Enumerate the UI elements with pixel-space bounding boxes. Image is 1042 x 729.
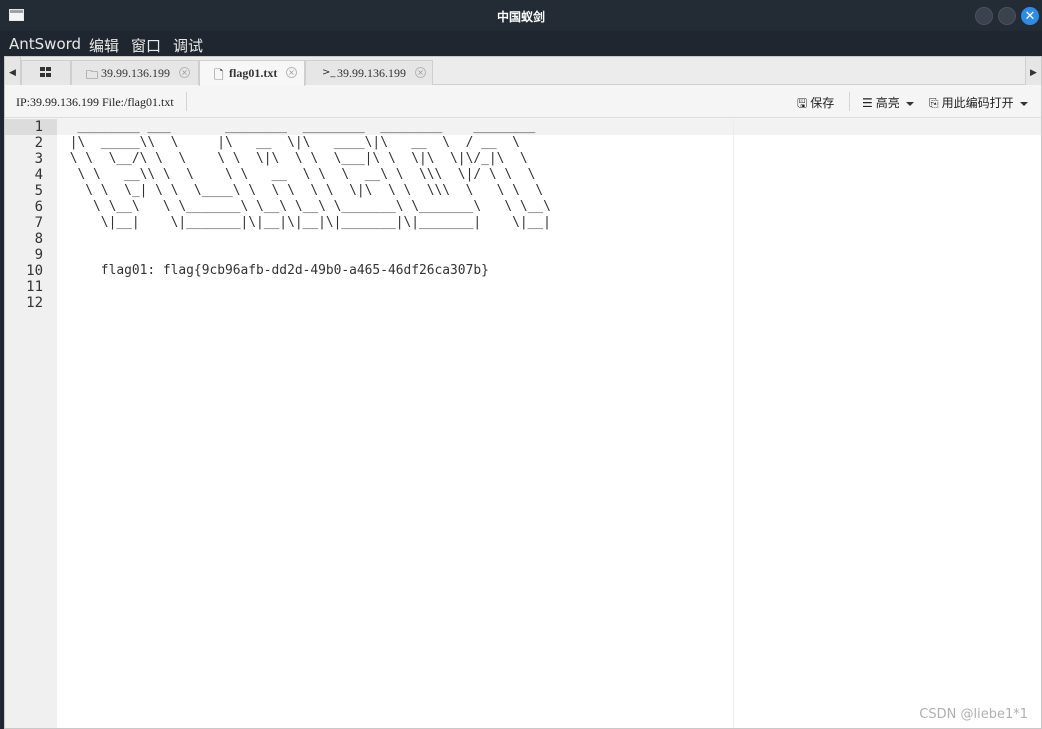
line-number: 4 (34, 167, 43, 183)
tab-label: 39.99.136.199 (337, 66, 406, 80)
close-icon: ✕ (1024, 8, 1036, 23)
highlight-label: 高亮 (875, 96, 900, 110)
file-info: IP:39.99.136.199 File:/flag01.txt (16, 95, 174, 109)
tab-close-icon[interactable]: × (179, 67, 190, 78)
print-margin (733, 119, 734, 728)
line-number: 1 (34, 119, 43, 135)
code-line: \|__| \|_______|\|__|\|__|\|_______|\|__… (62, 215, 551, 230)
editor-toolbar: IP:39.99.136.199 File:/flag01.txt 🖫 保存 ☰ 高… (5, 86, 1041, 118)
arrow-left-icon: ◀ (9, 67, 16, 77)
grid-icon (40, 67, 52, 78)
terminal-icon: >_ (322, 67, 336, 78)
tab-label: 39.99.136.199 (101, 66, 170, 80)
code-line: \ \__\ \ \_______\ \__\ \__\ \_______\ \… (62, 199, 551, 214)
tab-label: flag01.txt (229, 66, 278, 80)
line-number: 7 (34, 215, 43, 231)
code-editor[interactable]: 1 ________ ___ ________ ________ _______… (5, 119, 1041, 728)
toolbar-divider (849, 92, 850, 111)
save-label: 保存 (810, 96, 835, 110)
tab-strip: ◀ 🗀 39.99.136.199 × 🗋 flag01.txt × >_ 39… (5, 57, 1041, 86)
code-line: \ \ \_| \ \ \____\ \ \ \ \ \ \|\ \ \ \\\… (62, 183, 544, 198)
menu-bar: AntSword 编辑 窗口 调试 (0, 31, 1042, 56)
toolbar-divider (186, 92, 187, 111)
main-panel: ◀ 🗀 39.99.136.199 × 🗋 flag01.txt × >_ 39… (4, 56, 1042, 729)
highlight-dropdown[interactable]: ☰ 高亮 (862, 94, 914, 111)
tab-close-icon[interactable]: × (286, 67, 297, 78)
menu-debug[interactable]: 调试 (173, 35, 203, 56)
menu-edit[interactable]: 编辑 (89, 35, 119, 56)
folder-icon: 🗀 (86, 68, 99, 82)
code-line: |\ _____\\ \ |\ __ \|\ ____\|\ __ \ / __… (62, 135, 520, 150)
code-line: flag01: flag{9cb96afb-dd2d-49b0-a465-46d… (62, 263, 489, 278)
menu-antsword[interactable]: AntSword (9, 35, 81, 53)
chevron-down-icon (905, 101, 914, 106)
tab-file-manager[interactable]: 🗀 39.99.136.199 × (71, 60, 199, 85)
line-number: 6 (34, 199, 43, 215)
tab-flag01-txt[interactable]: 🗋 flag01.txt × (199, 60, 305, 86)
save-button[interactable]: 🖫 保存 (797, 94, 834, 115)
open-with-encoding-dropdown[interactable]: ⎘ 用此编码打开 (929, 94, 1028, 111)
encoding-label: 用此编码打开 (941, 96, 1014, 110)
code-line: \ \ __\\ \ \ \ \ __ \ \ \ __\ \ \\\ \|/ … (62, 167, 536, 182)
tab-scroll-right-button[interactable]: ▶ (1025, 57, 1041, 85)
tab-close-icon[interactable]: × (415, 67, 426, 78)
window-title: 中国蚁剑 (496, 10, 545, 24)
line-number: 10 (26, 263, 43, 279)
title-bar: 中国蚁剑 ✕ (0, 0, 1042, 31)
save-icon: 🖫 (797, 96, 808, 110)
tab-scroll-left-button[interactable]: ◀ (5, 57, 21, 85)
line-number: 8 (34, 231, 43, 247)
minimize-button[interactable] (975, 7, 993, 25)
watermark: CSDN @liebe1*1 (919, 707, 1028, 722)
line-number: 5 (34, 183, 43, 199)
chevron-down-icon (1019, 101, 1028, 106)
close-button[interactable]: ✕ (1021, 7, 1039, 25)
maximize-button[interactable] (998, 7, 1016, 25)
code-line: ________ ___ ________ ________ ________ … (62, 119, 536, 134)
line-number: 9 (34, 247, 43, 263)
menu-window[interactable]: 窗口 (131, 35, 161, 56)
code-line: \ \ \__/\ \ \ \ \ \|\ \ \ \___|\ \ \|\ \… (62, 151, 528, 166)
file-icon: 🗋 (214, 68, 224, 82)
list-icon: ☰ (862, 96, 873, 110)
line-number: 12 (26, 295, 43, 311)
line-number: 2 (34, 135, 43, 151)
encoding-icon: ⎘ (929, 96, 939, 110)
line-number: 11 (26, 279, 43, 295)
tab-terminal[interactable]: >_ 39.99.136.199 × (305, 60, 433, 85)
line-number: 3 (34, 151, 43, 167)
arrow-right-icon: ▶ (1030, 67, 1037, 77)
tab-home[interactable] (21, 60, 71, 85)
